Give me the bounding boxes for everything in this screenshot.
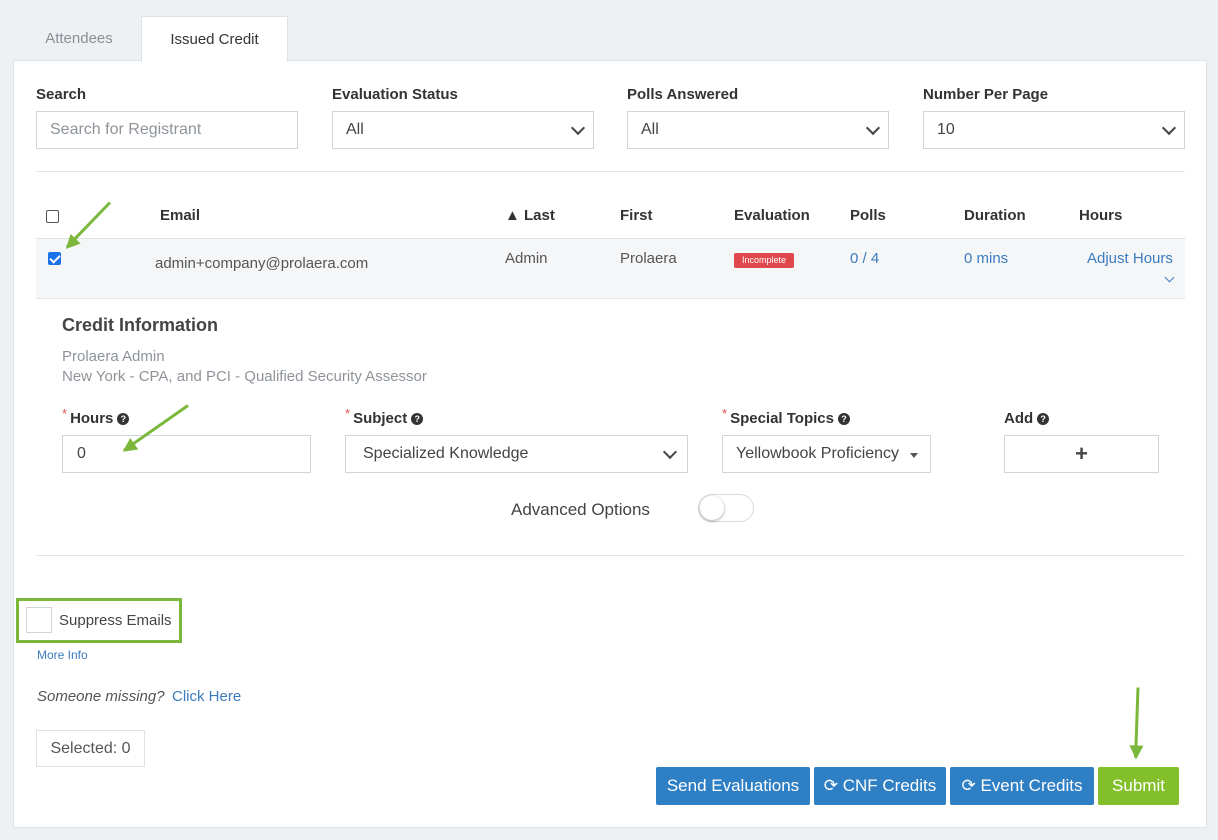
number-per-page-label: Number Per Page [923,86,1049,103]
search-input[interactable]: Search for Registrant [36,111,298,149]
subject-value: Specialized Knowledge [363,445,529,462]
col-duration[interactable]: Duration [964,207,1026,224]
add-button[interactable]: + [1004,435,1159,473]
credit-holder-description: New York - CPA, and PCI - Qualified Secu… [62,368,427,385]
col-hours[interactable]: Hours [1079,207,1122,224]
more-info-link[interactable]: More Info [37,648,88,662]
row-last: Admin [505,250,548,267]
cnf-credits-button[interactable]: ⟳ CNF Credits [814,767,946,805]
question-circle-icon: ? [838,413,850,425]
refresh-icon: ⟳ [961,776,976,795]
row-duration-link[interactable]: 0 mins [964,250,1008,267]
selected-count: Selected: 0 [36,730,145,767]
select-all-checkbox[interactable] [46,210,59,223]
subject-select[interactable]: Specialized Knowledge [345,435,688,473]
chevron-down-icon [570,120,586,136]
subject-label: * Subject? [345,406,424,427]
hours-label: * Hours? [62,406,130,427]
row-checkbox[interactable] [48,252,61,265]
special-topics-label: * Special Topics? [722,406,850,427]
someone-missing-text: Someone missing? [37,688,165,705]
advanced-options-toggle[interactable] [698,494,754,522]
chevron-down-icon [1161,120,1177,136]
special-topics-value: Yellowbook Proficiency [736,445,900,462]
search-label: Search [36,86,87,103]
question-circle-icon: ? [117,413,130,425]
evaluation-status-value: All [346,121,364,138]
adjust-hours-link[interactable]: Adjust Hours [1087,250,1173,267]
divider [36,171,1185,172]
evaluation-status-select[interactable]: All [332,111,594,149]
question-circle-icon: ? [411,413,424,425]
advanced-options-label: Advanced Options [511,500,650,519]
chevron-down-icon [865,120,881,136]
plus-icon: + [1075,441,1088,466]
event-credits-button[interactable]: ⟳ Event Credits [950,767,1094,805]
polls-answered-label: Polls Answered [627,86,739,103]
credit-holder-name: Prolaera Admin [62,348,165,365]
row-first: Prolaera [620,250,677,267]
tab-issued-credit[interactable]: Issued Credit [141,16,288,62]
send-evaluations-button[interactable]: Send Evaluations [656,767,810,805]
divider [36,555,1185,556]
status-badge: Incomplete [734,253,794,268]
credit-info-title: Credit Information [62,315,218,335]
number-per-page-value: 10 [937,121,955,138]
polls-answered-select[interactable]: All [627,111,889,149]
add-label: Add? [1004,410,1050,427]
evaluation-status-label: Evaluation Status [332,86,458,103]
toggle-knob [700,496,724,520]
tab-attendees[interactable]: Attendees [20,16,138,61]
row-email: admin+company@prolaera.com [155,255,369,272]
col-email[interactable]: Email [160,207,200,224]
search-placeholder: Search for Registrant [50,121,202,138]
caret-down-icon [910,453,918,458]
click-here-link[interactable]: Click Here [172,688,241,705]
suppress-emails-checkbox[interactable] [26,607,52,633]
col-last[interactable]: ▲ Last [505,207,555,224]
refresh-icon: ⟳ [823,776,838,795]
col-evaluation[interactable]: Evaluation [734,207,810,224]
chevron-down-icon [662,444,678,460]
polls-answered-value: All [641,121,659,138]
hours-input[interactable]: 0 [62,435,311,473]
col-first[interactable]: First [620,207,653,224]
special-topics-select[interactable]: Yellowbook Proficiency [722,435,931,473]
hours-value: 0 [77,445,86,462]
col-polls[interactable]: Polls [850,207,886,224]
question-circle-icon: ? [1037,413,1050,425]
submit-button[interactable]: Submit [1098,767,1179,805]
row-polls-link[interactable]: 0 / 4 [850,250,879,267]
number-per-page-select[interactable]: 10 [923,111,1185,149]
suppress-emails-label: Suppress Emails [59,612,172,629]
